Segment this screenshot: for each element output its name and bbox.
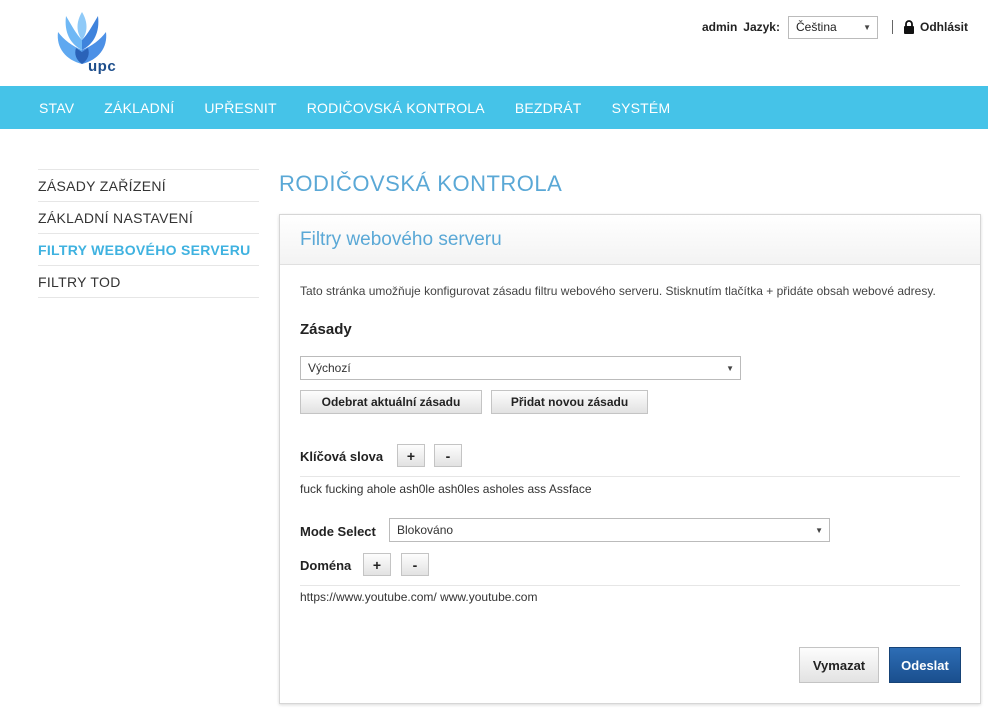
mode-select-value: Blokováno: [397, 523, 454, 537]
domain-value: https://www.youtube.com/ www.youtube.com: [300, 590, 538, 604]
page-title: RODIČOVSKÁ KONTROLA: [279, 171, 563, 196]
nav-item-stav[interactable]: STAV: [24, 100, 89, 116]
nav-item-bezdrat[interactable]: BEZDRÁT: [500, 100, 597, 116]
remove-policy-button[interactable]: Odebrat aktuální zásadu: [300, 390, 482, 414]
submit-button[interactable]: Odeslat: [889, 647, 961, 683]
domain-label: Doména: [300, 558, 352, 573]
add-keyword-button[interactable]: +: [397, 444, 425, 467]
sidebar-item-zasady-zarizeni[interactable]: ZÁSADY ZAŘÍZENÍ: [38, 170, 259, 202]
web-filter-panel: Filtry webového serveru Tato stránka umo…: [279, 214, 981, 704]
nav-item-zakladni[interactable]: ZÁKLADNÍ: [89, 100, 189, 116]
chevron-down-icon: ▼: [815, 526, 823, 535]
top-right-bar: admin Jazyk: Čeština ▼ Odhlásit: [702, 14, 968, 40]
separator: [891, 20, 893, 34]
policy-select-value: Výchozí: [308, 361, 351, 375]
panel-title: Filtry webového serveru: [280, 215, 980, 265]
sidebar-item-filtry-weboveho-serveru[interactable]: FILTRY WEBOVÉHO SERVERU: [38, 234, 259, 266]
description-text: Tato stránka umožňuje konfigurovat zásad…: [300, 284, 936, 298]
add-domain-button[interactable]: +: [363, 553, 391, 576]
main-nav: STAV ZÁKLADNÍ UPŘESNIT RODIČOVSKÁ KONTRO…: [0, 86, 988, 129]
chevron-down-icon: ▼: [726, 364, 734, 373]
keywords-value: fuck fucking ahole ash0le ash0les ashole…: [300, 482, 592, 496]
logo-text: upc: [88, 58, 117, 75]
policy-select[interactable]: Výchozí ▼: [300, 356, 741, 380]
mode-select-label: Mode Select: [300, 524, 376, 539]
policies-heading: Zásady: [300, 321, 352, 338]
lock-icon: [903, 20, 914, 34]
add-policy-button[interactable]: Přidat novou zásadu: [491, 390, 648, 414]
mode-select[interactable]: Blokováno ▼: [389, 518, 830, 542]
keywords-label: Klíčová slova: [300, 449, 384, 464]
username: admin: [701, 20, 738, 34]
divider: [300, 476, 960, 477]
nav-item-rodicovska-kontrola[interactable]: RODIČOVSKÁ KONTROLA: [292, 100, 500, 116]
language-select-value: Čeština: [795, 20, 837, 34]
sidebar-item-filtry-tod[interactable]: FILTRY TOD: [38, 266, 259, 298]
divider: [300, 585, 960, 586]
sidebar-item-zakladni-nastaveni[interactable]: ZÁKLADNÍ NASTAVENÍ: [38, 202, 259, 234]
nav-item-upresnit[interactable]: UPŘESNIT: [189, 100, 291, 116]
language-select[interactable]: Čeština ▼: [787, 15, 878, 39]
remove-domain-button[interactable]: -: [401, 553, 429, 576]
logout-link[interactable]: Odhlásit: [920, 20, 968, 34]
language-label: Jazyk:: [743, 20, 780, 34]
sidebar: ZÁSADY ZAŘÍZENÍ ZÁKLADNÍ NASTAVENÍ FILTR…: [38, 169, 259, 298]
header: upc admin Jazyk: Čeština ▼ Odhlásit: [0, 0, 988, 86]
remove-keyword-button[interactable]: -: [434, 444, 462, 467]
clear-button[interactable]: Vymazat: [799, 647, 879, 683]
nav-item-system[interactable]: SYSTÉM: [597, 100, 686, 116]
chevron-down-icon: ▼: [863, 22, 871, 32]
